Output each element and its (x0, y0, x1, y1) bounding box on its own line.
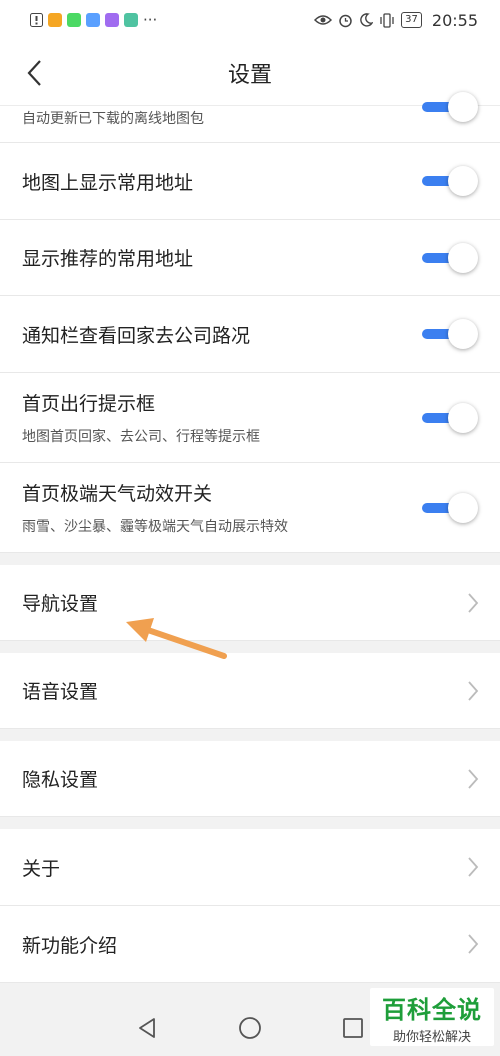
toggle-switch[interactable] (422, 402, 478, 433)
chevron-right-icon (468, 680, 479, 701)
toggle-switch[interactable] (422, 319, 478, 349)
battery-icon: 37 (401, 12, 422, 28)
back-button[interactable] (14, 53, 54, 93)
toggle-knob (448, 319, 478, 349)
settings-row-recommended-address[interactable]: 显示推荐的常用地址 (0, 220, 500, 296)
settings-row-notification-traffic[interactable]: 通知栏查看回家去公司路况 (0, 296, 500, 373)
settings-row-navigation[interactable]: 导航设置 (0, 565, 500, 641)
settings-row-about[interactable]: 关于 (0, 829, 500, 906)
toggle-knob (448, 92, 478, 122)
row-title: 隐私设置 (22, 769, 99, 791)
section-divider (0, 729, 500, 741)
watermark-badge: 百科全说 助你轻松解决 (370, 988, 494, 1046)
settings-row-offline-map-partial[interactable]: 自动更新已下载的离线地图包 (0, 92, 500, 143)
row-title: 关于 (22, 857, 61, 880)
row-subtitle: 自动更新已下载的离线地图包 (22, 111, 204, 127)
home-circle-icon[interactable] (238, 1016, 262, 1040)
chevron-right-icon (468, 934, 479, 954)
status-bar: ··· 37 20:55 (0, 0, 500, 40)
chevron-right-icon (468, 768, 479, 789)
status-bar-right: 37 20:55 (314, 11, 478, 30)
chevron-right-icon (468, 592, 479, 613)
page-title: 设置 (227, 62, 272, 88)
settings-row-home-travel-tips[interactable]: 首页出行提示框 地图首页回家、去公司、行程等提示框 (0, 373, 500, 463)
watermark-subtitle: 助你轻松解决 (392, 1029, 471, 1045)
app-notification-icon (67, 13, 81, 27)
toggle-knob (448, 402, 478, 433)
annotation-arrow (126, 618, 227, 659)
back-triangle-icon[interactable] (136, 1017, 158, 1039)
app-notification-icon (105, 13, 119, 27)
section-divider (0, 817, 500, 829)
app-notification-icon (124, 13, 138, 27)
chevron-right-icon (468, 857, 479, 877)
app-notification-icon (48, 13, 62, 27)
settings-list: 自动更新已下载的离线地图包 地图上显示常用地址 显示推荐的常用地址 通知栏查看回… (0, 92, 500, 983)
toggle-switch[interactable] (422, 242, 478, 273)
vibrate-icon (380, 12, 394, 28)
toggle-knob (448, 492, 478, 523)
section-divider (0, 641, 500, 653)
section-divider (0, 553, 500, 565)
toggle-knob (448, 166, 478, 196)
status-time: 20:55 (431, 10, 478, 30)
recents-square-icon[interactable] (342, 1017, 364, 1039)
toggle-switch[interactable] (422, 92, 478, 122)
settings-row-show-common-address[interactable]: 地图上显示常用地址 (0, 143, 500, 220)
settings-row-voice[interactable]: 语音设置 (0, 653, 500, 729)
settings-row-extreme-weather[interactable]: 首页极端天气动效开关 雨雪、沙尘暴、霾等极端天气自动展示特效 (0, 463, 500, 553)
moon-icon (360, 13, 374, 27)
eye-icon (314, 15, 333, 25)
toggle-knob (448, 242, 478, 273)
alert-icon (30, 13, 43, 27)
app-notification-icon (86, 13, 100, 27)
row-title: 新功能介绍 (22, 934, 118, 957)
chevron-left-icon (27, 60, 41, 86)
alarm-icon (339, 14, 352, 27)
toggle-switch[interactable] (422, 492, 478, 523)
watermark-title: 百科全说 (382, 995, 482, 1024)
row-title: 导航设置 (22, 593, 99, 615)
row-title: 语音设置 (22, 681, 99, 703)
settings-row-new-features[interactable]: 新功能介绍 (0, 906, 500, 983)
toggle-switch[interactable] (422, 166, 478, 196)
more-notifications-icon: ··· (143, 11, 158, 29)
status-bar-left: ··· (30, 11, 157, 29)
settings-row-privacy[interactable]: 隐私设置 (0, 741, 500, 817)
